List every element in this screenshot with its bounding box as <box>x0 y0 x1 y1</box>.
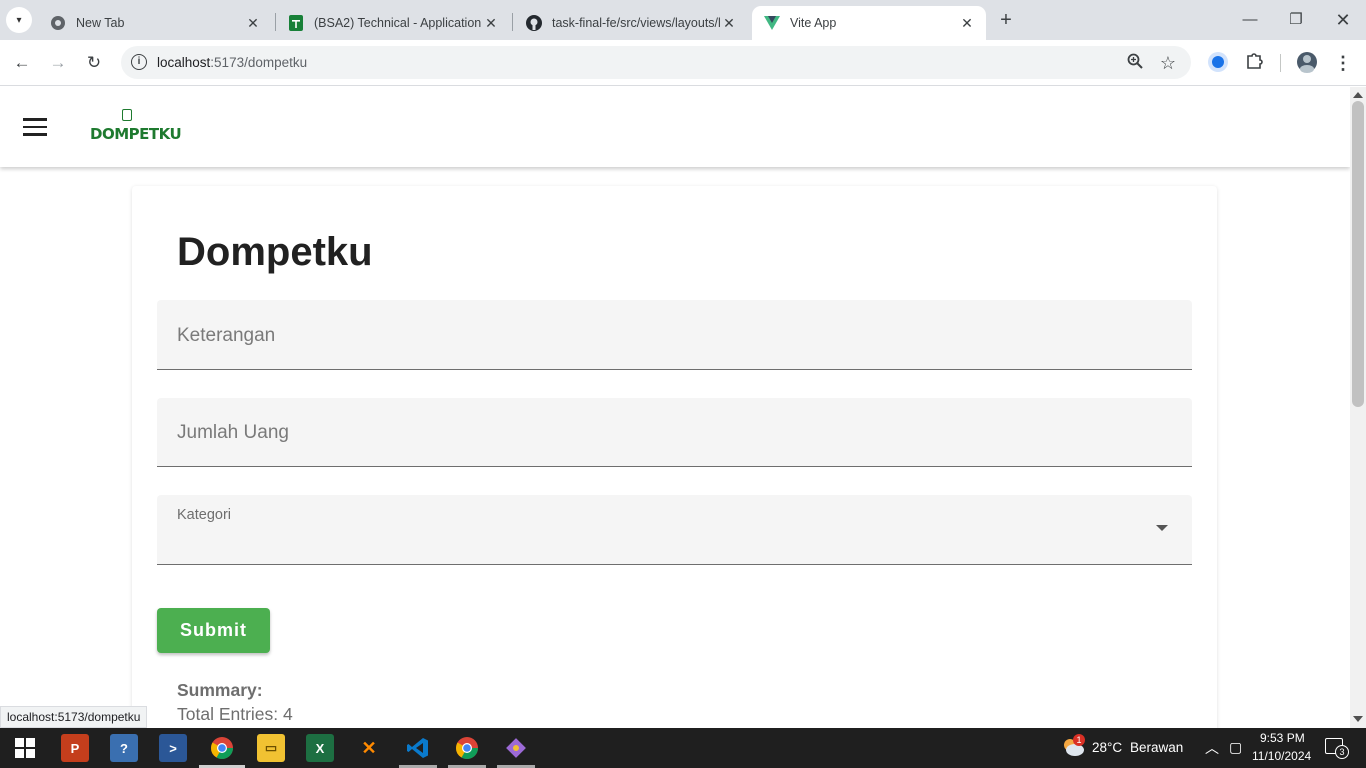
tab-vite-app[interactable]: Vite App ✕ <box>752 6 986 40</box>
clock-time[interactable]: 9:53 PM <box>1260 731 1305 745</box>
meet-now-icon[interactable]: ▢ <box>1229 739 1242 756</box>
clock-date[interactable]: 11/10/2024 <box>1252 749 1311 763</box>
file-explorer-icon[interactable]: ▭ <box>257 734 285 762</box>
site-info-icon[interactable]: i <box>131 54 147 70</box>
extensions-puzzle-icon[interactable] <box>1242 51 1266 75</box>
bookmark-star-icon[interactable]: ☆ <box>1158 53 1178 73</box>
notification-icon[interactable]: 3 <box>1325 738 1349 759</box>
close-icon[interactable]: ✕ <box>958 15 976 32</box>
forward-button[interactable]: → <box>45 50 71 76</box>
scroll-thumb[interactable] <box>1352 101 1364 407</box>
profile-avatar[interactable] <box>1295 51 1319 75</box>
zoom-icon[interactable] <box>1125 53 1145 73</box>
address-bar[interactable]: i localhost:5173/dompetku ☆ <box>121 46 1191 79</box>
logo-text: DOMPETKU <box>90 125 182 143</box>
scroll-down-arrow[interactable] <box>1353 716 1363 722</box>
url-text[interactable]: localhost:5173/dompetku <box>157 55 307 70</box>
powerpoint-icon[interactable]: P <box>61 734 89 762</box>
scroll-up-arrow[interactable] <box>1353 92 1363 98</box>
tab-title: task-final-fe/src/views/layouts/l <box>552 16 720 30</box>
close-window-button[interactable]: ✕ <box>1330 8 1356 32</box>
vue-icon <box>764 15 780 31</box>
chrome-icon[interactable] <box>208 734 236 762</box>
page-title: Dompetku <box>177 230 373 274</box>
minimize-button[interactable]: — <box>1237 8 1263 32</box>
tab-title: (BSA2) Technical - Application F <box>314 16 482 30</box>
browser-menu-icon[interactable]: ⋮ <box>1331 51 1355 75</box>
keterangan-placeholder: Keterangan <box>177 325 276 346</box>
tab-separator <box>512 13 513 31</box>
vscode-icon[interactable] <box>404 734 432 762</box>
git-gui-icon[interactable] <box>502 734 530 762</box>
tab-title: Vite App <box>790 16 837 30</box>
status-bar-url: localhost:5173/dompetku <box>0 706 148 728</box>
extension-badge-icon[interactable] <box>1206 51 1230 75</box>
weather-badge: 1 <box>1073 734 1085 746</box>
back-button[interactable]: ← <box>9 50 35 76</box>
close-icon[interactable]: ✕ <box>720 15 738 32</box>
keterangan-field[interactable]: Keterangan <box>157 300 1192 370</box>
sheets-icon <box>288 15 304 31</box>
browser-toolbar: ← → ↻ i localhost:5173/dompetku ☆ ⋮ <box>0 40 1366 86</box>
windows-taskbar: P ? > ▭ X ✕ 1 28°C Berawan ︿ ▢ 9:53 PM 1… <box>0 728 1366 768</box>
toolbar-divider <box>1280 54 1281 72</box>
notification-count: 3 <box>1335 745 1349 759</box>
close-icon[interactable]: ✕ <box>482 15 500 32</box>
globe-icon <box>50 15 66 31</box>
hamburger-menu-icon[interactable] <box>23 118 47 136</box>
tab-title: New Tab <box>76 16 125 30</box>
help-app-icon[interactable]: ? <box>110 734 138 762</box>
new-tab-button[interactable]: + <box>994 9 1018 33</box>
powershell-icon[interactable]: > <box>159 734 187 762</box>
page-viewport: DOMPETKU Dompetku Keterangan Jumlah Uang… <box>0 87 1350 728</box>
windows-start-icon[interactable] <box>11 734 39 762</box>
restore-button[interactable]: ❐ <box>1283 8 1309 32</box>
summary-heading: Summary: <box>177 680 263 700</box>
jumlah-uang-placeholder: Jumlah Uang <box>177 422 289 443</box>
kategori-select[interactable]: Kategori <box>157 495 1192 565</box>
form-card: Dompetku Keterangan Jumlah Uang Kategori… <box>132 186 1217 728</box>
weather-temp[interactable]: 28°C <box>1092 740 1122 755</box>
tab-new-tab[interactable]: New Tab ✕ <box>38 6 272 40</box>
tab-github[interactable]: task-final-fe/src/views/layouts/l ✕ <box>514 6 748 40</box>
weather-icon[interactable]: 1 <box>1061 734 1085 757</box>
tab-search-button[interactable]: ▾ <box>6 7 32 33</box>
app-bar: DOMPETKU <box>0 87 1350 167</box>
tab-sheets[interactable]: (BSA2) Technical - Application F ✕ <box>276 6 510 40</box>
submit-button[interactable]: Submit <box>157 608 270 653</box>
close-icon[interactable]: ✕ <box>244 15 262 32</box>
chrome-profile-icon[interactable] <box>453 734 481 762</box>
chevron-down-icon: ▾ <box>16 14 22 26</box>
xampp-icon[interactable]: ✕ <box>355 734 383 762</box>
github-icon <box>526 15 542 31</box>
browser-tab-strip: ▾ New Tab ✕ (BSA2) Technical - Applicati… <box>0 0 1366 40</box>
logo[interactable]: DOMPETKU <box>90 107 182 145</box>
weather-description[interactable]: Berawan <box>1130 740 1183 755</box>
excel-icon[interactable]: X <box>306 734 334 762</box>
kategori-label: Kategori <box>177 507 232 523</box>
jumlah-uang-field[interactable]: Jumlah Uang <box>157 398 1192 467</box>
dropdown-caret-icon[interactable] <box>1156 525 1168 531</box>
summary-total-entries: Total Entries: 4 <box>177 704 293 724</box>
reload-button[interactable]: ↻ <box>81 50 107 76</box>
page-scrollbar[interactable] <box>1350 87 1366 728</box>
wallet-icon <box>122 109 132 121</box>
tray-chevron-up-icon[interactable]: ︿ <box>1205 738 1219 758</box>
